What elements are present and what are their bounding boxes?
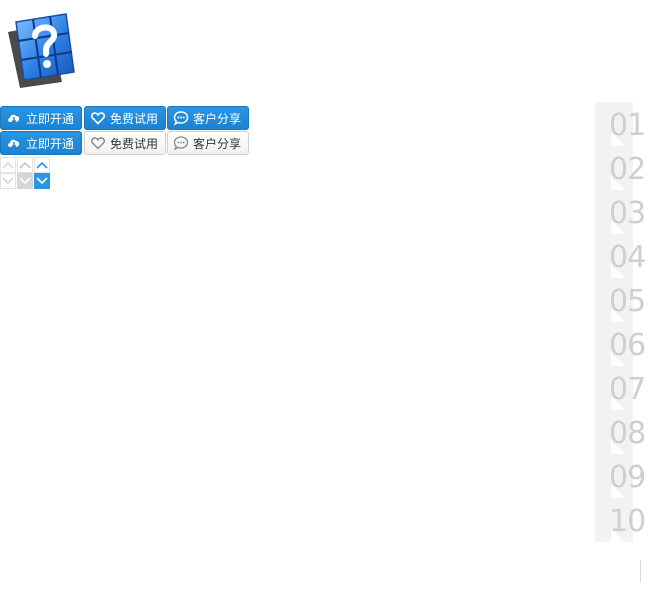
free-trial-button[interactable]: 免费试用 <box>84 131 166 155</box>
open-now-label: 立即开通 <box>26 111 75 126</box>
chevron-down-icon <box>36 177 48 185</box>
free-trial-label: 免费试用 <box>110 136 159 151</box>
arrow-down-light[interactable] <box>0 173 16 189</box>
open-now-button[interactable]: 立即开通 <box>0 131 82 155</box>
customer-share-button[interactable]: 客户分享 <box>167 106 249 130</box>
number-item: 06 <box>595 322 646 366</box>
arrow-up-light[interactable] <box>0 157 16 173</box>
arrow-up-blue[interactable] <box>34 157 50 173</box>
chevron-up-icon <box>19 162 31 169</box>
number-item: 10 <box>595 498 646 542</box>
chevron-up-icon <box>2 162 14 169</box>
number-label: 05 <box>609 284 646 319</box>
number-item: 05 <box>595 278 646 322</box>
number-item: 04 <box>595 234 646 278</box>
chat-bubble-icon <box>173 135 189 151</box>
help-question-icon <box>6 12 76 88</box>
arrow-up-gray[interactable] <box>17 157 33 173</box>
number-label: 01 <box>609 108 646 143</box>
chevron-down-icon <box>2 177 14 184</box>
chat-bubble-icon <box>173 110 189 126</box>
customer-share-button[interactable]: 客户分享 <box>167 131 249 155</box>
divider <box>640 560 641 582</box>
cloud-icon <box>6 110 22 126</box>
number-rail: 01 02 03 04 05 06 07 08 09 10 <box>595 102 646 542</box>
open-now-button[interactable]: 立即开通 <box>0 106 82 130</box>
number-label: 04 <box>609 240 646 275</box>
number-label: 10 <box>609 504 646 539</box>
open-now-label: 立即开通 <box>26 136 75 151</box>
chevron-down-icon <box>19 177 31 185</box>
arrow-down-gray[interactable] <box>17 173 33 189</box>
number-label: 07 <box>609 372 646 407</box>
free-trial-label: 免费试用 <box>110 111 159 126</box>
number-label: 06 <box>609 328 646 363</box>
chevron-up-icon <box>36 161 48 169</box>
number-item: 09 <box>595 454 646 498</box>
heart-icon <box>90 110 106 126</box>
number-label: 09 <box>609 460 646 495</box>
number-item: 07 <box>595 366 646 410</box>
customer-share-label: 客户分享 <box>193 136 242 151</box>
number-label: 02 <box>609 152 646 187</box>
cloud-icon <box>6 135 22 151</box>
free-trial-button[interactable]: 免费试用 <box>84 106 166 130</box>
arrow-down-blue[interactable] <box>34 173 50 189</box>
number-label: 08 <box>609 416 646 451</box>
number-item: 01 <box>595 102 646 146</box>
number-item: 02 <box>595 146 646 190</box>
number-label: 03 <box>609 196 646 231</box>
number-item: 08 <box>595 410 646 454</box>
number-item: 03 <box>595 190 646 234</box>
customer-share-label: 客户分享 <box>193 111 242 126</box>
page-canvas: 立即开通 免费试用 客户分享 立即开通 免费试用 客户分享 01 02 03 0… <box>0 0 656 605</box>
heart-icon <box>90 135 106 151</box>
